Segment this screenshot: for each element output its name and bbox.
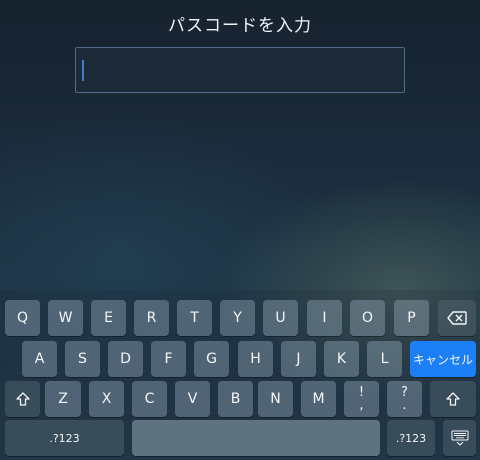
key-h[interactable]: H (238, 341, 273, 377)
shift-key-left[interactable] (5, 381, 40, 417)
keyboard: Q W E R T Y U I O P A S D F G H J K L キャ… (0, 290, 480, 460)
hide-keyboard-icon (451, 430, 468, 446)
key-j[interactable]: J (281, 341, 316, 377)
key-v[interactable]: V (175, 381, 210, 417)
space-bar[interactable] (132, 420, 380, 456)
key-k[interactable]: K (324, 341, 359, 377)
key-y[interactable]: Y (220, 300, 255, 336)
key-l[interactable]: L (367, 341, 402, 377)
shift-icon (446, 392, 460, 406)
key-exclaim-comma[interactable]: ! , (344, 381, 379, 417)
key-f[interactable]: F (151, 341, 186, 377)
key-s[interactable]: S (65, 341, 100, 377)
key-t[interactable]: T (177, 300, 212, 336)
text-caret (82, 60, 84, 81)
key-o[interactable]: O (350, 300, 385, 336)
key-z[interactable]: Z (45, 381, 81, 417)
key-g[interactable]: G (194, 341, 229, 377)
key-p[interactable]: P (394, 300, 429, 336)
key-m[interactable]: M (301, 381, 336, 417)
numbers-key-right[interactable]: .?123 (387, 420, 435, 456)
key-b[interactable]: B (218, 381, 253, 417)
key-q[interactable]: Q (5, 300, 40, 336)
key-question-period[interactable]: ? . (387, 381, 422, 417)
shift-icon (15, 392, 30, 406)
key-d[interactable]: D (108, 341, 143, 377)
key-i[interactable]: I (307, 300, 342, 336)
key-w[interactable]: W (48, 300, 83, 336)
key-x[interactable]: X (89, 381, 124, 417)
key-u[interactable]: U (263, 300, 298, 336)
numbers-key-left[interactable]: .?123 (5, 420, 124, 456)
backspace-icon (447, 311, 467, 325)
cancel-button[interactable]: キャンセル (410, 341, 476, 377)
key-r[interactable]: R (134, 300, 169, 336)
passcode-input[interactable] (75, 47, 405, 93)
page-title: パスコードを入力 (168, 16, 312, 36)
key-e[interactable]: E (91, 300, 126, 336)
key-comma-bottom: , (359, 398, 364, 413)
shift-key-right[interactable] (430, 381, 476, 417)
backspace-key[interactable] (438, 300, 476, 336)
hide-keyboard-key[interactable] (443, 420, 476, 456)
key-period-bottom: . (402, 398, 407, 413)
key-a[interactable]: A (22, 341, 57, 377)
key-c[interactable]: C (132, 381, 167, 417)
key-n[interactable]: N (258, 381, 293, 417)
